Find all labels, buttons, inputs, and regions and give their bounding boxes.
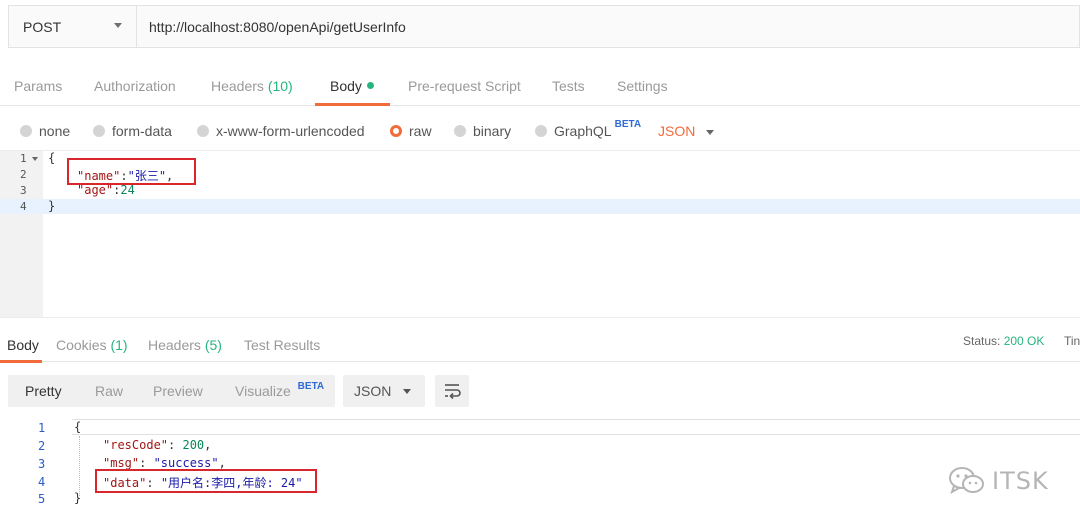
json-number: 24 (120, 183, 135, 197)
radio-urlencoded-label: x-www-form-urlencoded (216, 123, 365, 139)
radio-none-label: none (39, 123, 71, 139)
beta-badge: BETA (614, 118, 642, 130)
radio-graphql-label: GraphQL (554, 123, 612, 139)
tab-authorization[interactable]: Authorization (94, 78, 176, 94)
line-number: 2 (20, 168, 27, 181)
line-number: 3 (38, 457, 46, 471)
request-tabs: Params Authorization Headers (10) Body P… (0, 66, 1080, 106)
status-badge: 200 OK (1003, 334, 1045, 348)
code-line-age: "age":24 (77, 183, 135, 197)
view-visualize-label: Visualize (235, 383, 291, 399)
view-pretty-button[interactable]: Pretty (25, 383, 62, 399)
wrap-lines-button[interactable] (435, 375, 469, 407)
line-number: 2 (38, 439, 46, 453)
view-preview-button[interactable]: Preview (153, 383, 203, 399)
tab-body-label: Body (330, 78, 362, 94)
json-key: "msg" (103, 456, 140, 470)
beta-badge: BETA (297, 381, 325, 392)
radio-urlencoded[interactable]: x-www-form-urlencoded (197, 123, 365, 139)
tab-headers-count: (10) (267, 78, 293, 94)
code-close-brace: } (48, 199, 56, 213)
time-label: Tin (1064, 334, 1080, 348)
line-number: 5 (38, 492, 46, 506)
modified-dot-icon (366, 82, 374, 89)
response-tabs: Body Cookies (1) Headers (5) Test Result… (0, 326, 1080, 363)
line-number: 1 (38, 421, 46, 435)
annotation-highlight-box (67, 158, 196, 185)
view-raw-button[interactable]: Raw (95, 383, 123, 399)
tab-response-headers-count: (5) (204, 337, 222, 353)
tab-test-results[interactable]: Test Results (244, 337, 320, 353)
chevron-down-icon (706, 130, 714, 135)
radio-none[interactable]: none (20, 123, 70, 139)
radio-graphql[interactable]: GraphQL BETA (535, 119, 641, 139)
code-close-brace: } (74, 491, 82, 505)
chevron-down-icon (403, 389, 411, 394)
response-format-select[interactable]: JSON (343, 375, 425, 407)
tab-response-headers-label: Headers (148, 337, 201, 353)
radio-form-data[interactable]: form-data (93, 123, 172, 139)
tab-response-body[interactable]: Body (7, 337, 39, 353)
tab-headers[interactable]: Headers (10) (211, 78, 293, 94)
radio-raw[interactable]: raw (390, 123, 432, 139)
tab-response-headers[interactable]: Headers (5) (148, 337, 222, 353)
request-body-editor[interactable]: 1 2 3 4 { "name":"张三", "age":24 } (0, 150, 1080, 318)
tab-tests[interactable]: Tests (552, 78, 585, 94)
response-view-modes: Pretty Raw Preview Visualize BETA (8, 375, 335, 407)
radio-icon (197, 125, 209, 137)
json-key: "age" (77, 183, 114, 197)
active-line-highlight (72, 419, 1080, 435)
radio-icon (535, 125, 547, 137)
wechat-icon (949, 467, 984, 495)
line-number: 3 (20, 184, 27, 197)
indent-guide (79, 436, 80, 496)
radio-binary[interactable]: binary (454, 123, 511, 139)
annotation-highlight-box (95, 469, 317, 493)
code-open-brace: { (48, 151, 56, 165)
tab-cookies[interactable]: Cookies (1) (56, 337, 128, 353)
radio-icon (20, 125, 32, 137)
wrap-lines-icon (445, 384, 461, 400)
active-tab-indicator (315, 103, 390, 106)
radio-selected-icon (390, 125, 402, 137)
active-line-highlight (0, 199, 1080, 214)
line-number: 1 (20, 152, 27, 165)
radio-form-data-label: form-data (112, 123, 172, 139)
tab-settings[interactable]: Settings (617, 78, 668, 94)
url-bar: POST (8, 5, 1080, 48)
watermark: ITSK (948, 466, 1049, 496)
url-input[interactable] (137, 6, 1079, 47)
json-key: "resCode" (103, 438, 169, 452)
radio-icon (93, 125, 105, 137)
line-number: 4 (38, 475, 46, 489)
json-number: 200 (182, 438, 205, 452)
tab-headers-label: Headers (211, 78, 264, 94)
tab-body[interactable]: Body (330, 78, 374, 94)
line-number: 4 (20, 200, 27, 213)
tab-cookies-count: (1) (110, 337, 128, 353)
radio-binary-label: binary (473, 123, 512, 139)
radio-raw-label: raw (409, 123, 432, 139)
code-line-rescode: "resCode": 200, (103, 438, 212, 452)
response-status: Status: 200 OK (963, 334, 1044, 348)
radio-icon (454, 125, 466, 137)
method-label: POST (23, 18, 62, 35)
raw-format-select[interactable]: JSON (658, 123, 695, 139)
tab-params[interactable]: Params (14, 78, 62, 94)
response-format-label: JSON (354, 383, 392, 399)
tab-pre-request-script[interactable]: Pre-request Script (408, 78, 521, 94)
chevron-down-icon (114, 23, 122, 28)
tab-cookies-label: Cookies (56, 337, 107, 353)
body-type-options: none form-data x-www-form-urlencoded raw… (0, 116, 1080, 146)
code-open-brace: { (74, 420, 82, 434)
method-select[interactable]: POST (9, 6, 137, 47)
json-string: "success" (153, 456, 219, 470)
status-label: Status: (963, 334, 1001, 348)
view-visualize-button[interactable]: Visualize BETA (235, 381, 325, 399)
active-tab-indicator (0, 360, 42, 363)
code-line-msg: "msg": "success", (103, 456, 226, 470)
watermark-text: ITSK (992, 467, 1049, 495)
fold-arrow-icon[interactable] (32, 157, 38, 161)
